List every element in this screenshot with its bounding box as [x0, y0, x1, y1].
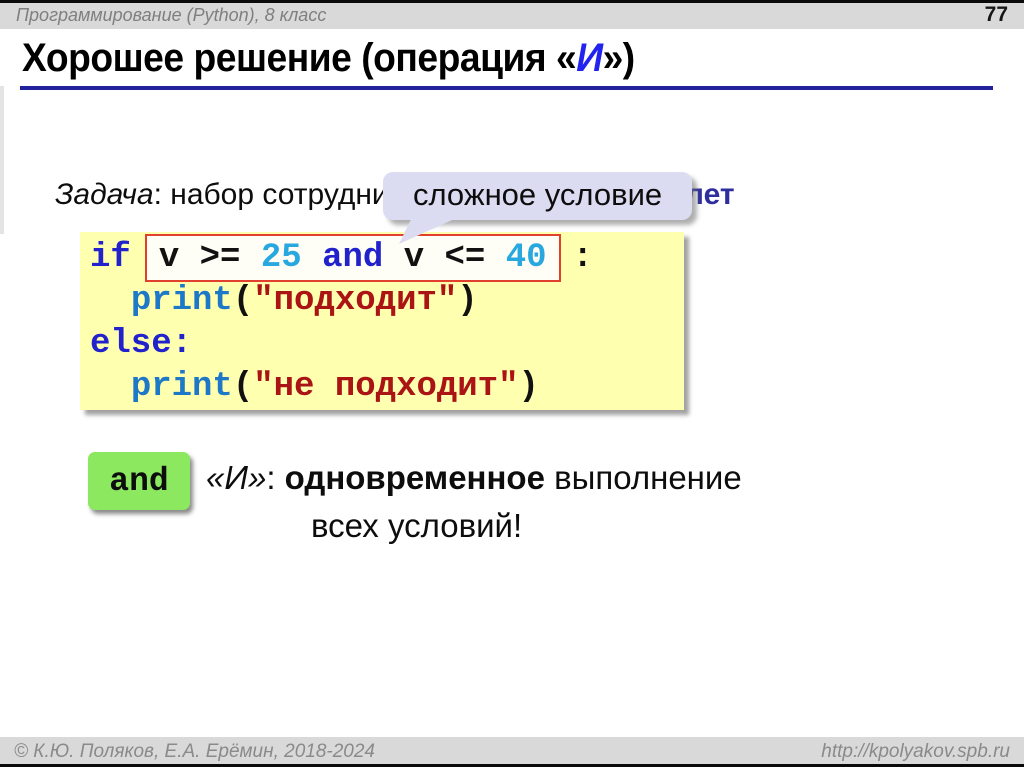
slide-title: Хорошее решение (операция «И») [22, 36, 635, 81]
string-literal: "не подходит" [253, 368, 518, 406]
left-edge-line [0, 86, 4, 234]
else-keyword: else: [90, 325, 192, 363]
title-underline [20, 86, 993, 90]
slide-title-prefix: Хорошее решение (операция « [22, 36, 576, 80]
slide-title-suffix: ») [603, 36, 635, 80]
print-function: print [131, 368, 233, 406]
callout-text: сложное условие [383, 172, 692, 220]
and-quoted-op: «И» [206, 459, 266, 496]
callout: сложное условие [383, 172, 692, 220]
code-colon: : [573, 239, 593, 277]
and-description-line-2: всех условий! [311, 502, 742, 550]
code-indent [90, 282, 131, 320]
top-bar: Программирование (Python), 8 класс 77 [0, 0, 1024, 29]
code-line-if: ifv >= 25 and v <= 40: [90, 236, 684, 279]
footer-bar: © К.Ю. Поляков, Е.А. Ерёмин, 2018-2024 h… [0, 737, 1024, 767]
code-block: ifv >= 25 and v <= 40: print("подходит")… [80, 232, 684, 410]
and-emphasis: одновременное [285, 459, 545, 496]
code-operator: <= [445, 239, 506, 277]
code-number: 40 [506, 239, 547, 277]
and-description-line-1: «И»: одновременное выполнение [206, 454, 742, 502]
site-url: http://kpolyakov.spb.ru [821, 741, 1010, 763]
print-function: print [131, 282, 233, 320]
slide: Программирование (Python), 8 класс 77 Хо… [0, 0, 1024, 767]
string-literal: "подходит" [253, 282, 457, 320]
code-var: v [159, 239, 200, 277]
page-number: 77 [985, 3, 1008, 27]
if-keyword: if [90, 239, 131, 277]
copyright: © К.Ю. Поляков, Е.А. Ерёмин, 2018-2024 [14, 741, 375, 763]
code-operator: >= [200, 239, 261, 277]
and-note: and «И»: одновременное выполнение всех у… [88, 452, 742, 550]
and-rest: выполнение [545, 459, 742, 496]
code-paren: ) [457, 282, 477, 320]
code-paren: ) [519, 368, 539, 406]
code-var: v [404, 239, 445, 277]
code-number: 25 [261, 239, 322, 277]
condition-box: v >= 25 and v <= 40 [145, 234, 561, 282]
slide-title-highlight: И [576, 36, 602, 80]
and-keyword: and [322, 239, 404, 277]
code-line-else: else: [90, 322, 684, 365]
and-separator: : [266, 459, 284, 496]
code-paren: ( [233, 368, 253, 406]
code-paren: ( [233, 282, 253, 320]
and-description: «И»: одновременное выполнение всех услов… [206, 452, 742, 550]
code-line-print-1: print("подходит") [90, 279, 684, 322]
code-indent [90, 368, 131, 406]
and-operator-box: and [88, 452, 190, 510]
task-separator: : [154, 178, 171, 211]
course-label: Программирование (Python), 8 класс [16, 5, 326, 26]
code-line-print-2: print("не подходит") [90, 365, 684, 408]
task-label: Задача [55, 178, 154, 211]
